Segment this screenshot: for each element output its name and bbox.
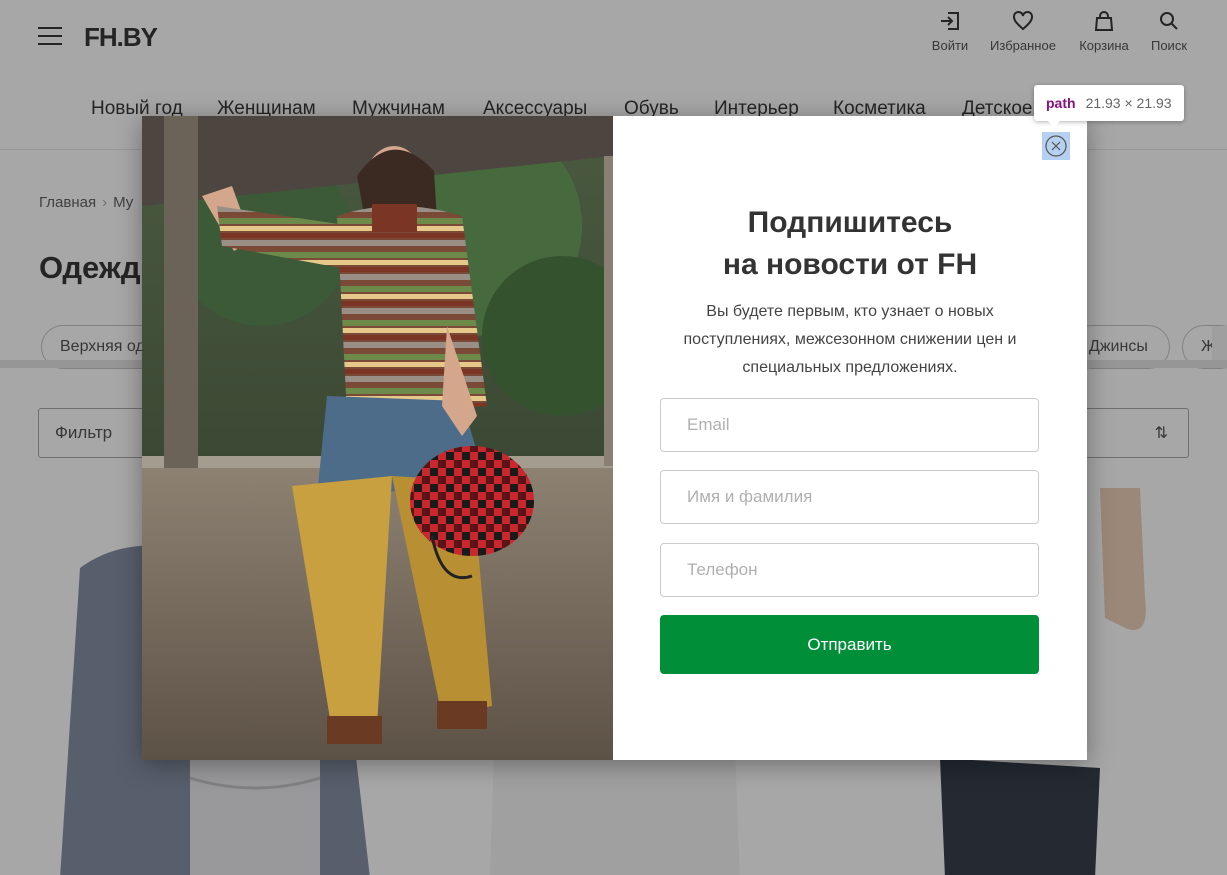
modal-title-line1: Подпишитесь bbox=[747, 206, 953, 239]
close-modal-button[interactable] bbox=[1042, 132, 1070, 160]
subscribe-modal: Подпишитесь на новости от FH Вы будете п… bbox=[142, 116, 1087, 760]
modal-title-line2: на новости от FH bbox=[722, 248, 978, 281]
name-field[interactable] bbox=[660, 470, 1039, 524]
email-field[interactable] bbox=[660, 398, 1039, 452]
tooltip-tag: path bbox=[1046, 95, 1076, 111]
tooltip-dimensions: 21.93 × 21.93 bbox=[1085, 95, 1172, 111]
close-icon bbox=[1045, 135, 1067, 157]
phone-field[interactable] bbox=[660, 543, 1039, 597]
subscribe-form: Подпишитесь на новости от FH Вы будете п… bbox=[613, 116, 1087, 760]
fashion-photo bbox=[142, 116, 613, 760]
modal-title: Подпишитесь на новости от FH bbox=[613, 202, 1087, 286]
devtools-tooltip: path 21.93 × 21.93 bbox=[1034, 85, 1184, 127]
submit-button[interactable]: Отправить bbox=[660, 615, 1039, 674]
tooltip-caret bbox=[1048, 121, 1060, 127]
modal-description: Вы будете первым, кто узнает о новых пос… bbox=[683, 303, 1017, 376]
modal-photo bbox=[142, 116, 613, 760]
